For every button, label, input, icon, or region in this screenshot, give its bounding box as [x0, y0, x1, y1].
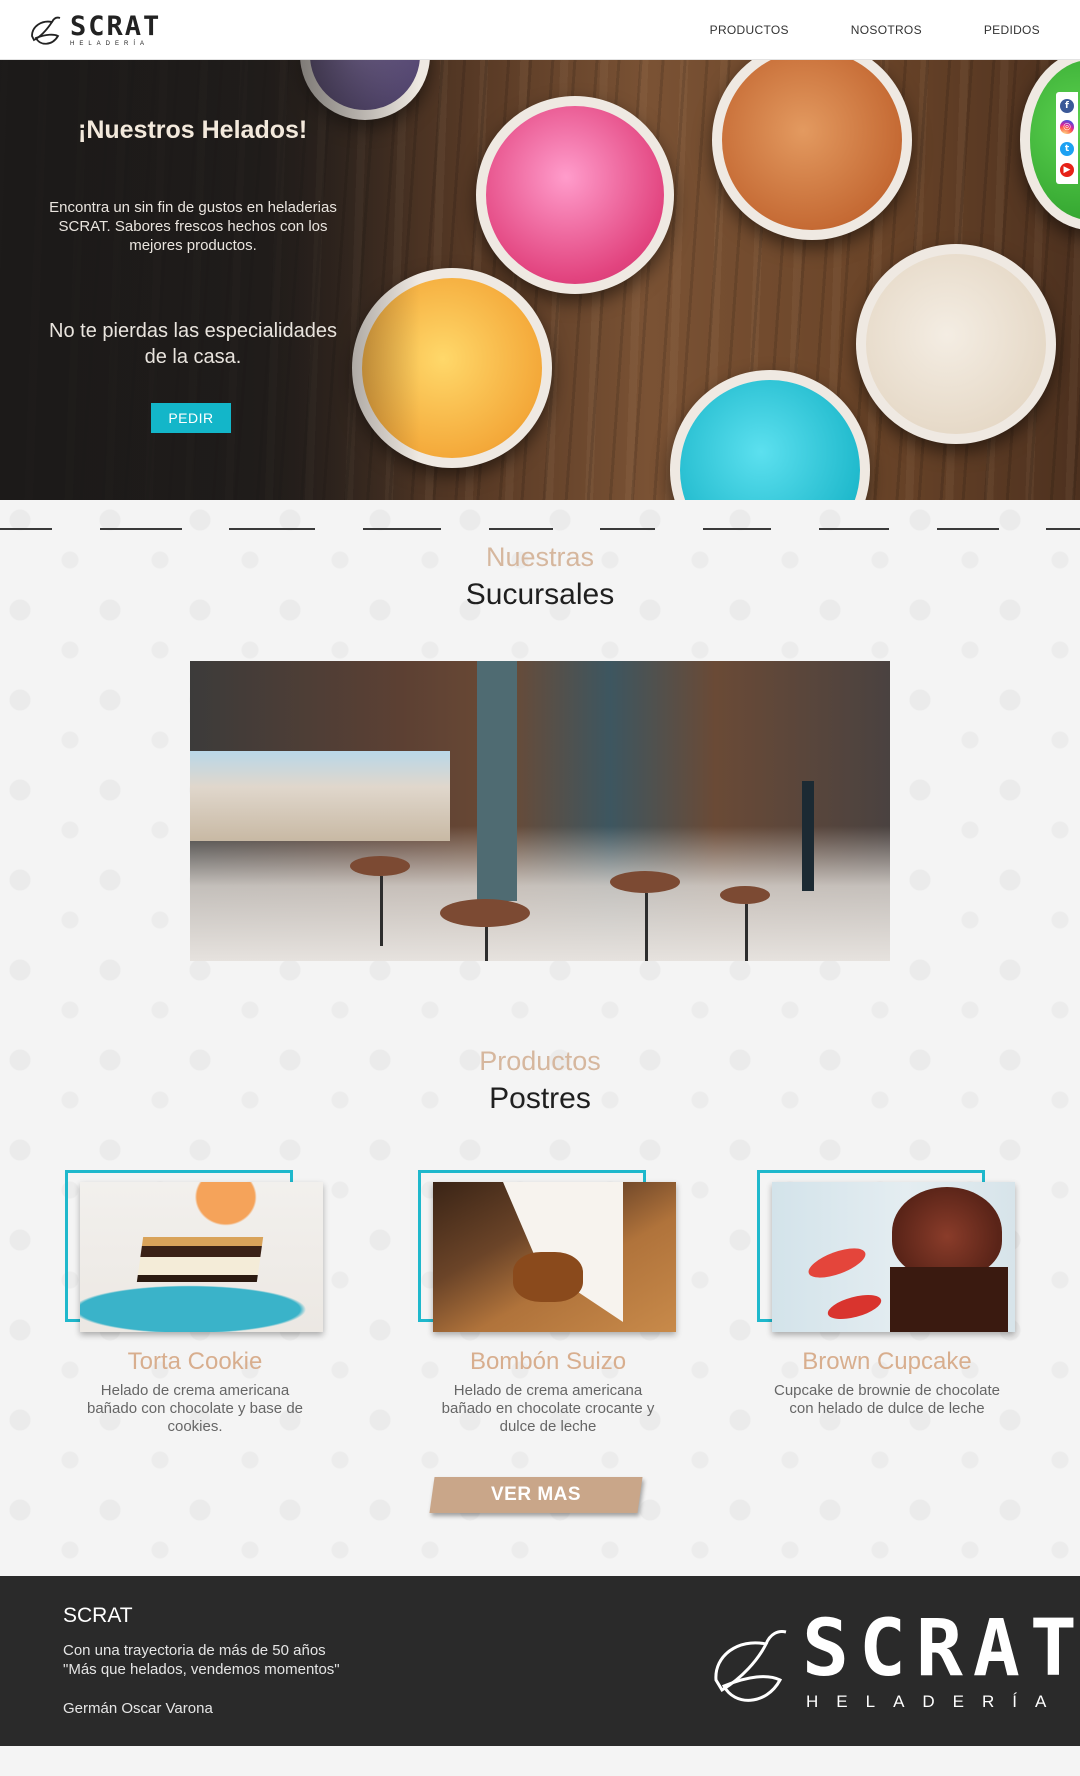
hero-banner: ¡Nuestros Helados! Encontra un sin fin d… — [0, 60, 1080, 500]
product-photo-brown-cupcake — [772, 1182, 1015, 1332]
social-sidebar: f ◎ t ▶ — [1056, 92, 1078, 184]
footer-logo-wordmark: SCRAT — [802, 1604, 1080, 1694]
footer-line-2: "Más que helados, vendemos momentos" — [63, 1661, 340, 1678]
product-name: Bombón Suizo — [469, 1348, 627, 1375]
hero-title: ¡Nuestros Helados! — [78, 116, 308, 144]
logo-subtitle: HELADERÍA — [70, 40, 150, 47]
sucursales-title: Sucursales — [465, 578, 615, 611]
acorn-logo-icon — [714, 1630, 787, 1702]
header-logo[interactable]: SCRAT HELADERÍA — [28, 12, 161, 48]
pedir-button[interactable]: PEDIR — [151, 403, 231, 433]
footer-title: SCRAT — [63, 1604, 133, 1627]
footer-logo-subtitle: HELADERÍA — [806, 1692, 1065, 1711]
youtube-icon[interactable]: ▶ — [1060, 163, 1074, 178]
instagram-icon[interactable]: ◎ — [1060, 120, 1074, 135]
ver-mas-button[interactable]: VER MAS — [429, 1477, 643, 1513]
facebook-icon[interactable]: f — [1060, 98, 1074, 113]
ice-cream-cup-orange — [712, 60, 912, 240]
site-footer: SCRAT Con una trayectoria de más de 50 a… — [0, 1576, 1080, 1746]
ice-cream-cup-blue — [670, 370, 870, 500]
footer-author: Germán Oscar Varona — [63, 1700, 213, 1717]
acorn-logo-icon — [31, 16, 61, 45]
bottom-strip — [0, 1746, 1080, 1776]
footer-line-1: Con una trayectoria de más de 50 años — [63, 1642, 326, 1659]
nav-nosotros[interactable]: NOSOTROS — [851, 23, 922, 37]
logo-wordmark: SCRAT — [70, 10, 162, 42]
footer-logo: SCRAT HELADERÍA — [708, 1610, 1077, 1712]
hero-subtext: No te pierdas las especialidades de la c… — [49, 320, 337, 368]
hero-text: Encontra un sin fin de gustos en helader… — [49, 199, 337, 254]
productos-title: Postres — [489, 1082, 591, 1115]
product-name: Torta Cookie — [127, 1348, 263, 1375]
product-description: Helado de crema americana bañado en choc… — [441, 1382, 655, 1435]
twitter-icon[interactable]: t — [1060, 141, 1074, 156]
product-name: Brown Cupcake — [802, 1348, 972, 1375]
main-nav: PRODUCTOS NOSOTROS PEDIDOS — [710, 23, 1040, 37]
ice-cream-cup-pink — [476, 96, 674, 294]
store-photo — [190, 661, 890, 961]
ice-cream-cup-cream — [856, 244, 1056, 444]
sucursales-kicker: Nuestras — [485, 542, 595, 572]
product-photo-bombon-suizo — [433, 1182, 676, 1332]
divider-dashes — [0, 528, 1080, 532]
product-description: Cupcake de brownie de chocolate con hela… — [774, 1382, 1000, 1417]
nav-productos[interactable]: PRODUCTOS — [710, 23, 789, 37]
site-header: SCRAT HELADERÍA PRODUCTOS NOSOTROS PEDID… — [0, 0, 1080, 60]
nav-pedidos[interactable]: PEDIDOS — [984, 23, 1040, 37]
product-description: Helado de crema americana bañado con cho… — [87, 1382, 303, 1435]
ver-mas-label: VER MAS — [490, 1484, 582, 1505]
productos-kicker: Productos — [479, 1046, 601, 1076]
product-photo-torta-cookie — [80, 1182, 323, 1332]
